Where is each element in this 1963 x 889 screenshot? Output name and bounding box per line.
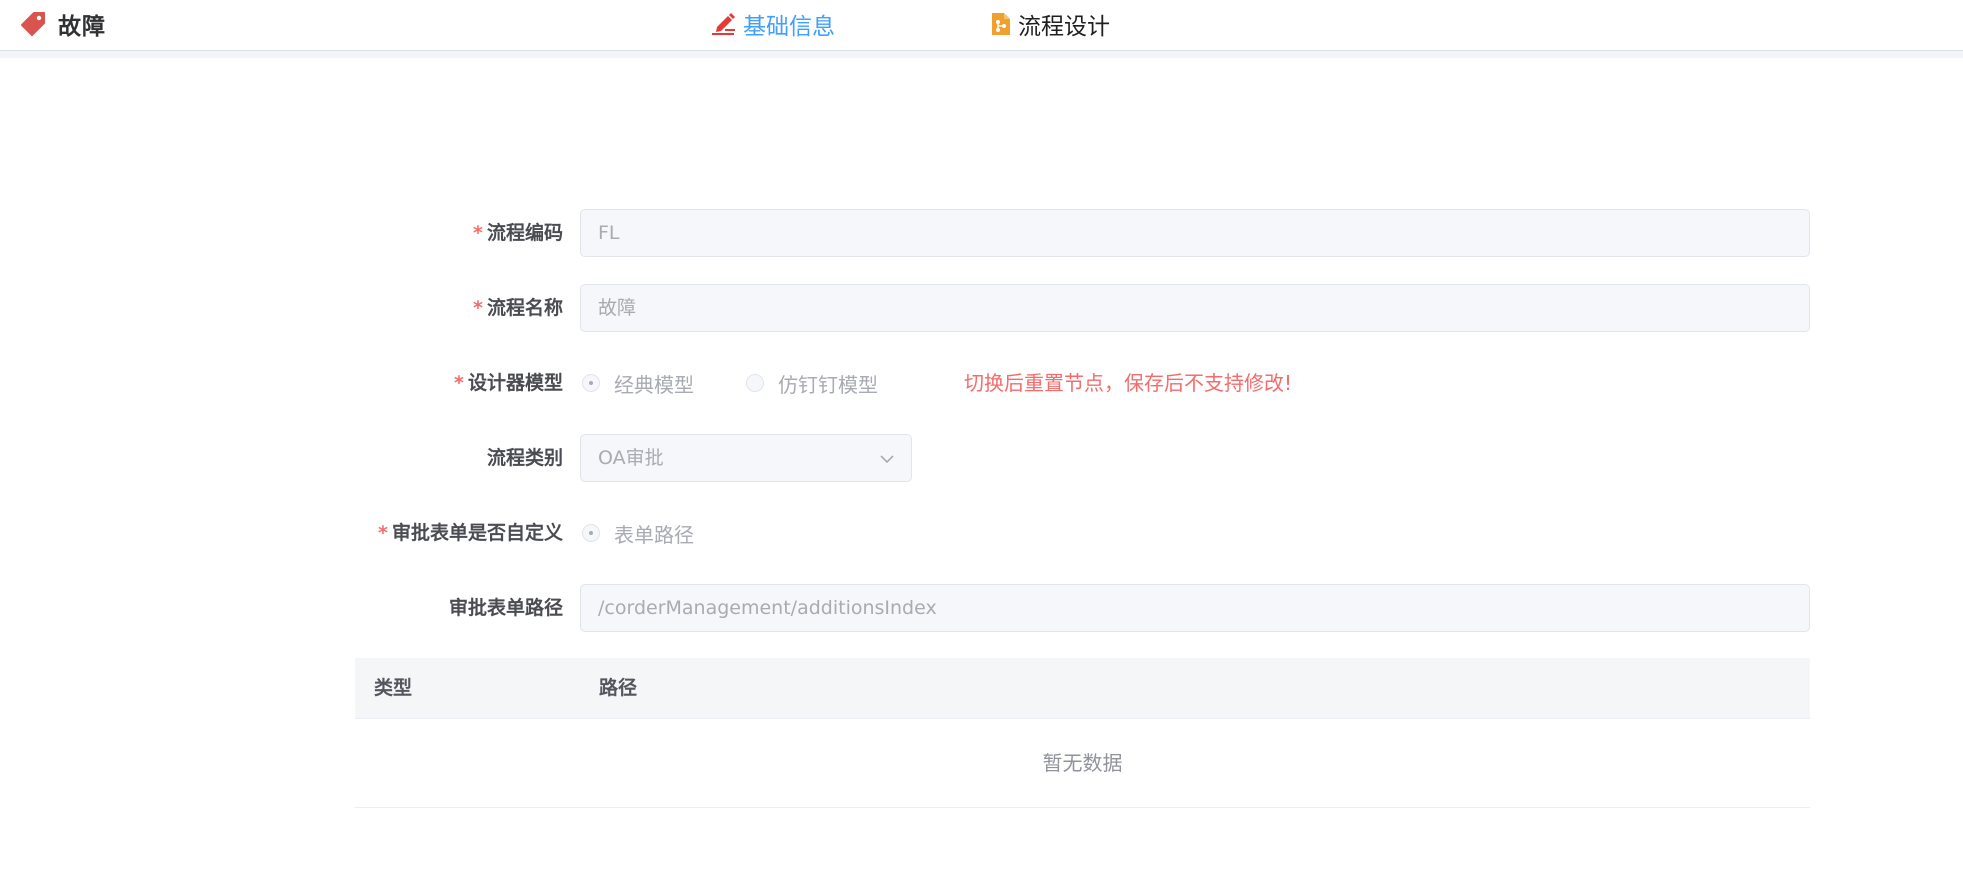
code-label-text: 流程编码 <box>486 222 563 244</box>
radio-classic-model[interactable]: 经典模型 <box>582 359 694 407</box>
form-row-code: * 流程编码 FL <box>0 209 1963 257</box>
radio-classic-model-label: 经典模型 <box>614 372 694 397</box>
chevron-down-icon <box>880 455 894 464</box>
form-row-form-path: 审批表单路径 /corderManagement/additionsIndex <box>0 584 1963 632</box>
required-mark: * <box>454 372 464 394</box>
required-mark: * <box>378 522 388 544</box>
custom-form-label-text: 审批表单是否自定义 <box>391 522 563 544</box>
name-input[interactable]: 故障 <box>580 284 1810 332</box>
table-empty-text: 暂无数据 <box>1042 751 1123 775</box>
path-table: 类型 路径 暂无数据 <box>355 658 1810 808</box>
radio-dot-checked <box>582 524 600 542</box>
tab-basic-info[interactable]: 基础信息 <box>711 9 835 40</box>
header-shadow <box>0 51 1963 58</box>
tab-flow-design[interactable]: 流程设计 <box>990 9 1110 40</box>
flow-document-icon <box>992 13 1010 35</box>
tab-flow-design-label: 流程设计 <box>1018 14 1110 40</box>
tag-icon <box>21 12 45 36</box>
code-label: * 流程编码 <box>473 209 563 257</box>
page-header: 故障 基础信息 流程设计 <box>0 0 1963 50</box>
form-row-designer-model: * 设计器模型 经典模型 仿钉钉模型 切换后重置节点，保存后不支持修改! <box>0 359 1963 407</box>
form-path-input[interactable]: /corderManagement/additionsIndex <box>580 584 1810 632</box>
category-label-text: 流程类别 <box>486 447 563 469</box>
column-header-path: 路径 <box>599 677 638 699</box>
column-header-type: 类型 <box>374 677 413 699</box>
tab-basic-info-label: 基础信息 <box>743 14 835 40</box>
form-path-label: 审批表单路径 <box>449 584 563 632</box>
category-select[interactable]: OA审批 <box>580 434 912 482</box>
form-row-name: * 流程名称 故障 <box>0 284 1963 332</box>
form-row-custom-form: * 审批表单是否自定义 表单路径 <box>0 509 1963 557</box>
page-title: 故障 <box>20 9 106 40</box>
required-mark: * <box>473 297 483 319</box>
radio-dingtalk-model[interactable]: 仿钉钉模型 <box>746 359 878 407</box>
radio-dingtalk-model-label: 仿钉钉模型 <box>778 372 878 397</box>
name-label-text: 流程名称 <box>486 297 563 319</box>
radio-form-path[interactable]: 表单路径 <box>582 509 694 557</box>
required-mark: * <box>473 222 483 244</box>
custom-form-label: * 审批表单是否自定义 <box>378 509 563 557</box>
name-label: * 流程名称 <box>473 284 563 332</box>
designer-model-label: * 设计器模型 <box>454 359 563 407</box>
table-body: 暂无数据 <box>355 719 1810 808</box>
page-title-text: 故障 <box>58 14 106 40</box>
radio-dot <box>746 374 764 392</box>
category-select-value: OA审批 <box>598 447 664 469</box>
designer-model-label-text: 设计器模型 <box>467 372 563 394</box>
form-row-category: 流程类别 OA审批 <box>0 434 1963 482</box>
table-header: 类型 路径 <box>355 658 1810 719</box>
edit-pen-icon <box>712 13 735 35</box>
code-input[interactable]: FL <box>580 209 1810 257</box>
form-path-label-text: 审批表单路径 <box>448 597 563 619</box>
designer-model-warning: 切换后重置节点，保存后不支持修改! <box>964 371 1293 395</box>
radio-dot-checked <box>582 374 600 392</box>
radio-form-path-label: 表单路径 <box>614 522 694 547</box>
category-label: 流程类别 <box>487 434 563 482</box>
